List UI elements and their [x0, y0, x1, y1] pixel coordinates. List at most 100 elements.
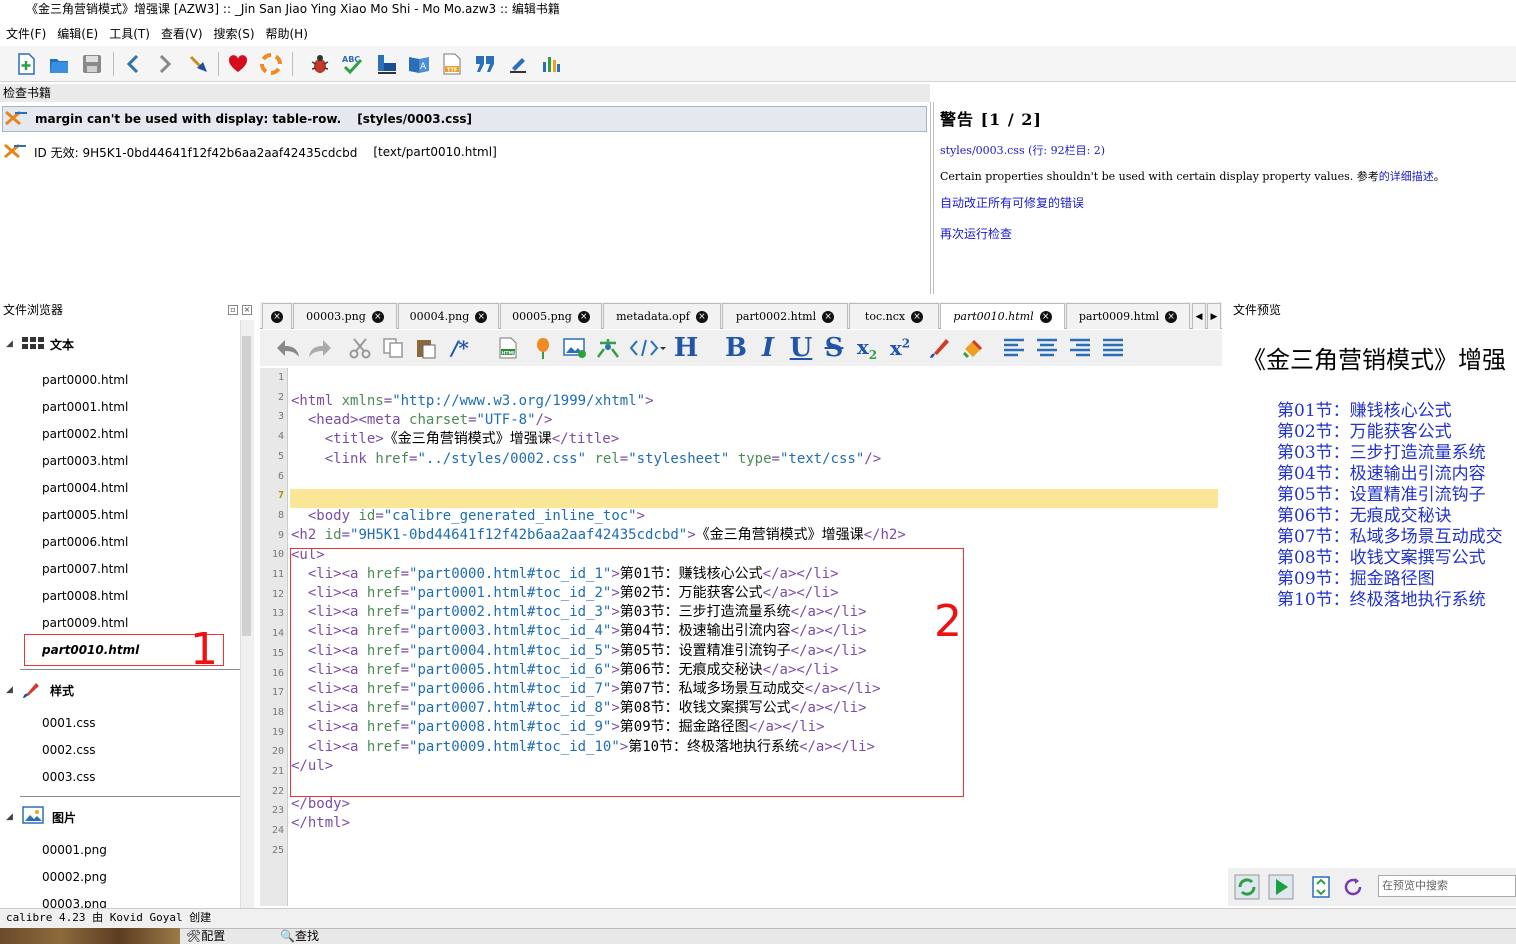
back-icon[interactable] — [121, 52, 145, 76]
file-item[interactable]: part0001.html — [42, 397, 128, 417]
tab-00004-png[interactable]: 00004.png × — [398, 303, 499, 329]
file-item[interactable]: 0001.css — [42, 713, 95, 733]
insert-html-icon[interactable]: HTML — [494, 334, 522, 362]
file-item[interactable]: part0009.html — [42, 613, 128, 633]
forward-icon[interactable] — [153, 52, 177, 76]
code-line[interactable]: <h2 id="9H5K1-0bd44641f12f42b6aa2aaf4243… — [291, 526, 906, 545]
close-icon[interactable]: × — [271, 310, 283, 323]
file-item[interactable]: 00002.png — [42, 867, 107, 887]
donate-heart-icon[interactable] — [226, 52, 250, 76]
expand-arrow-icon[interactable]: ◢ — [6, 339, 16, 349]
insert-link-icon[interactable] — [561, 334, 589, 362]
spell-check-icon[interactable]: ABC — [341, 52, 365, 76]
category-text[interactable]: ◢ 文本 — [6, 332, 74, 356]
check-book-bug-icon[interactable] — [308, 52, 332, 76]
new-file-icon[interactable] — [14, 52, 38, 76]
background-color-icon[interactable] — [959, 334, 987, 362]
cut-icon[interactable] — [346, 334, 374, 362]
code-line[interactable]: </body> — [291, 795, 350, 814]
code-tag-icon[interactable] — [628, 334, 668, 362]
close-icon[interactable]: × — [695, 310, 708, 323]
text-color-icon[interactable] — [926, 334, 954, 362]
sync-preview-icon[interactable] — [1306, 872, 1336, 902]
comment-icon[interactable]: /* — [446, 334, 474, 362]
file-item[interactable]: 0002.css — [42, 740, 95, 760]
quotes-icon[interactable] — [473, 52, 497, 76]
close-icon[interactable]: × — [1165, 310, 1178, 323]
file-item[interactable]: part0000.html — [42, 370, 128, 390]
tab-part0010-html[interactable]: part0010.html × — [940, 303, 1065, 329]
file-item[interactable]: 00001.png — [42, 840, 107, 860]
tab-scroll-left-icon[interactable]: ◀ — [1192, 303, 1206, 329]
check-error-row-2[interactable]: ID 无效: 9H5K1-0bd44641f12f42b6aa2aaf42435… — [2, 139, 497, 165]
file-item[interactable]: part0004.html — [42, 478, 128, 498]
tab-unnamed[interactable]: × — [262, 303, 292, 329]
refresh-preview-icon[interactable] — [1266, 872, 1296, 902]
reports-icon[interactable] — [374, 52, 398, 76]
heading-button[interactable]: H — [672, 333, 700, 363]
auto-refresh-icon[interactable] — [1232, 872, 1262, 902]
file-item[interactable]: part0006.html — [42, 532, 128, 552]
reload-icon[interactable] — [1338, 872, 1368, 902]
help-lifebuoy-icon[interactable] — [259, 52, 283, 76]
code-line[interactable]: <link href="../styles/0002.css" rel="sty… — [291, 450, 881, 469]
tab-part0002-html[interactable]: part0002.html × — [722, 303, 848, 329]
copy-icon[interactable] — [379, 334, 407, 362]
find-button[interactable]: 🔍 查找 — [280, 928, 319, 944]
close-icon[interactable]: × — [1039, 310, 1052, 323]
checkpoint-icon[interactable] — [187, 52, 211, 76]
superscript-icon[interactable]: x2 — [886, 334, 914, 362]
category-styles[interactable]: ◢ 样式 — [6, 678, 74, 702]
close-icon[interactable]: × — [577, 310, 590, 323]
float-panel-icon[interactable]: ▫ — [228, 305, 238, 315]
align-left-icon[interactable] — [1000, 334, 1028, 362]
warning-location-link[interactable]: styles/0003.css (行: 92栏目: 2) — [940, 142, 1510, 158]
check-error-row-1[interactable]: margin can't be used with display: table… — [2, 106, 927, 132]
preview-search-input[interactable]: 在预览中搜索 — [1378, 875, 1516, 897]
align-center-icon[interactable] — [1033, 334, 1061, 362]
category-images[interactable]: ◢ 图片 — [6, 805, 76, 829]
insert-tag-icon[interactable] — [594, 334, 622, 362]
tab-metadata-opf[interactable]: metadata.opf × — [603, 303, 721, 329]
preview-toc-link[interactable]: 第10节：终极落地执行系统 — [1277, 585, 1486, 610]
menu-view[interactable]: 查看(V) — [161, 24, 203, 44]
paste-icon[interactable] — [412, 334, 440, 362]
tab-part0009-html[interactable]: part0009.html × — [1066, 303, 1190, 329]
menu-tools[interactable]: 工具(T) — [109, 24, 150, 44]
insert-image-icon[interactable] — [529, 334, 557, 362]
file-item[interactable]: part0003.html — [42, 451, 128, 471]
menu-search[interactable]: 搜索(S) — [214, 24, 255, 44]
menu-help[interactable]: 帮助(H) — [266, 24, 308, 44]
menu-edit[interactable]: 编辑(E) — [57, 24, 98, 44]
code-line[interactable]: <html xmlns="http://www.w3.org/1999/xhtm… — [291, 392, 654, 411]
autofix-link[interactable]: 自动改正所有可修复的错误 — [940, 194, 1510, 211]
config-button[interactable]: 🛠 配置 — [186, 928, 225, 944]
expand-arrow-icon[interactable]: ◢ — [6, 685, 16, 695]
file-item[interactable]: part0007.html — [42, 559, 128, 579]
redo-icon[interactable] — [306, 334, 334, 362]
code-line[interactable]: <body id="calibre_generated_inline_toc"> — [291, 507, 645, 526]
strikethrough-button[interactable]: S — [820, 333, 848, 363]
close-icon[interactable]: × — [371, 310, 384, 323]
insert-character-icon[interactable] — [506, 52, 530, 76]
file-item[interactable]: part0002.html — [42, 424, 128, 444]
close-icon[interactable]: × — [822, 310, 835, 323]
underline-button[interactable]: U — [787, 333, 815, 363]
fonts-icon[interactable]: TTF — [440, 52, 464, 76]
file-item[interactable]: part0005.html — [42, 505, 128, 525]
file-item[interactable]: 00003.png — [42, 894, 107, 908]
save-icon[interactable] — [80, 52, 104, 76]
align-right-icon[interactable] — [1066, 334, 1094, 362]
statistics-icon[interactable] — [539, 52, 563, 76]
file-item[interactable]: part0008.html — [42, 586, 128, 606]
undo-icon[interactable] — [274, 334, 302, 362]
bold-button[interactable]: B — [722, 333, 750, 363]
code-line[interactable]: <title>《金三角营销模式》增强课</title> — [291, 430, 619, 449]
scrollbar-thumb[interactable] — [242, 336, 251, 636]
tab-scroll-right-icon[interactable]: ▶ — [1207, 303, 1221, 329]
menu-file[interactable]: 文件(F) — [6, 24, 46, 44]
code-line[interactable]: <head><meta charset="UTF-8"/> — [291, 411, 553, 430]
italic-button[interactable]: I — [754, 333, 782, 363]
subscript-icon[interactable]: x2 — [853, 334, 881, 362]
toc-icon[interactable]: A — [407, 52, 431, 76]
